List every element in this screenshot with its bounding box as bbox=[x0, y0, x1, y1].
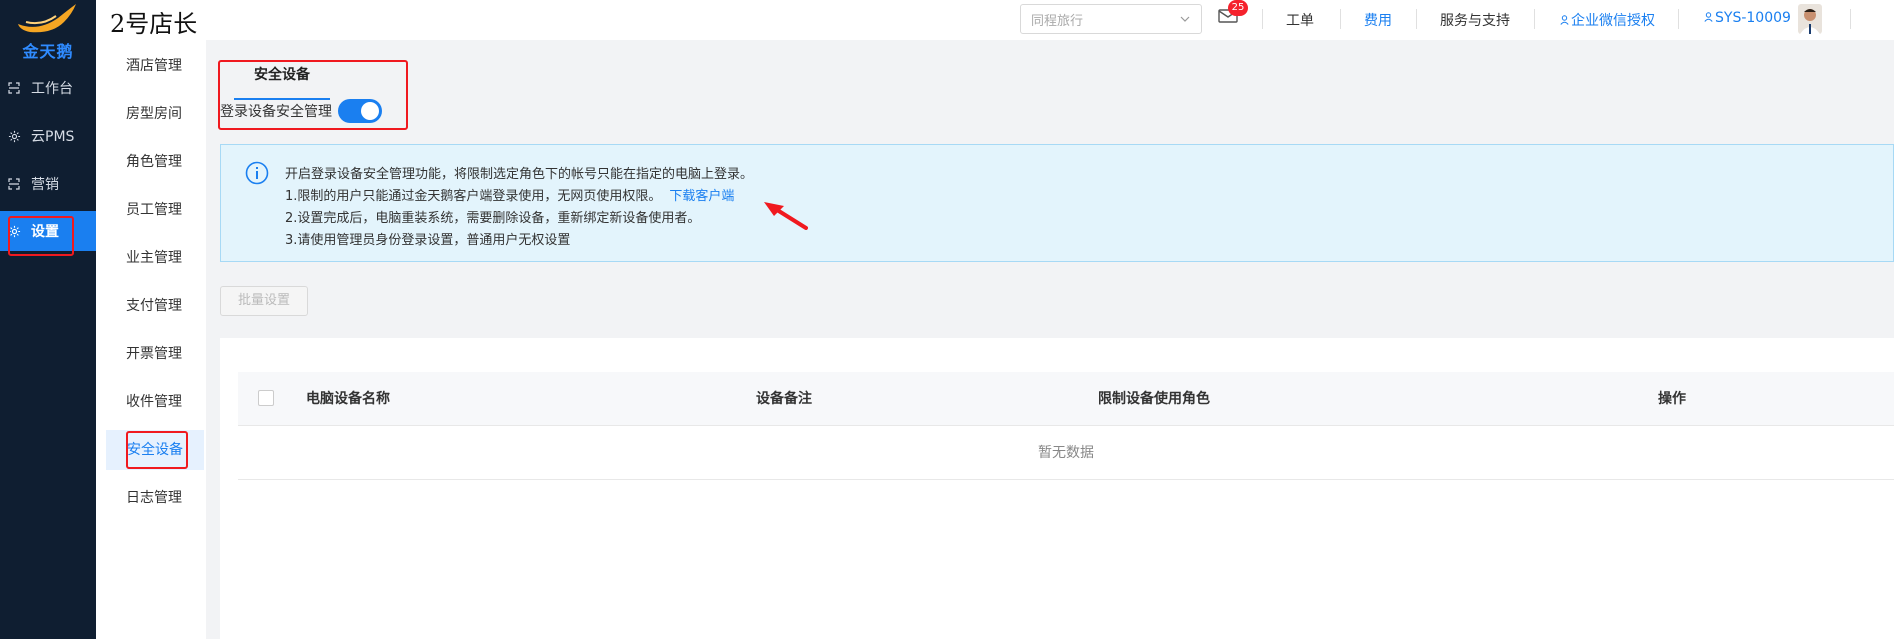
workbench-icon bbox=[7, 81, 21, 95]
subnav-item-hotel[interactable]: 酒店管理 bbox=[106, 46, 204, 86]
nav-item-label: 云PMS bbox=[31, 129, 75, 145]
subnav-item-roles[interactable]: 角色管理 bbox=[106, 142, 204, 182]
annotation-box-security-toggle bbox=[218, 60, 408, 130]
subnav-item-payment[interactable]: 支付管理 bbox=[106, 286, 204, 326]
subnav-item-owners[interactable]: 业主管理 bbox=[106, 238, 204, 278]
info-line-1: 开启登录设备安全管理功能，将限制选定角色下的帐号只能在指定的电脑上登录。 bbox=[285, 167, 754, 182]
app-root: 金天鹅 工作台 云PMS 营销 设置 2号店长 同程旅行 25 工单 费用 服务… bbox=[0, 0, 1894, 639]
column-header-restricted-roles: 限制设备使用角色 bbox=[1098, 391, 1210, 407]
wechat-auth-link[interactable]: 企业微信授权 bbox=[1560, 10, 1655, 30]
top-header: 2号店长 同程旅行 25 工单 费用 服务与支持 企业微信授权 SYS-1000… bbox=[96, 0, 1894, 40]
nav-item-marketing[interactable]: 营销 bbox=[0, 164, 96, 204]
hotel-select-value: 同程旅行 bbox=[1031, 13, 1084, 29]
wechat-auth-label: 企业微信授权 bbox=[1571, 13, 1655, 29]
user-icon bbox=[1560, 13, 1569, 29]
download-client-link[interactable]: 下载客户端 bbox=[669, 189, 734, 204]
hotel-select[interactable]: 同程旅行 bbox=[1020, 4, 1202, 34]
column-header-actions: 操作 bbox=[1658, 391, 1686, 407]
divider bbox=[1678, 9, 1679, 29]
column-header-device-name: 电脑设备名称 bbox=[306, 391, 390, 407]
chevron-down-icon bbox=[1179, 13, 1191, 29]
subnav-item-room-types[interactable]: 房型房间 bbox=[106, 94, 204, 134]
devices-table-panel: 电脑设备名称 设备备注 限制设备使用角色 操作 暂无数据 bbox=[220, 338, 1894, 639]
settings-subnav: 酒店管理 房型房间 角色管理 员工管理 业主管理 支付管理 开票管理 收件管理 … bbox=[96, 40, 206, 639]
nav-item-pms[interactable]: 云PMS bbox=[0, 116, 96, 156]
user-name: SYS-10009 bbox=[1715, 10, 1791, 26]
logo: 金天鹅 bbox=[12, 2, 84, 61]
divider bbox=[1850, 9, 1851, 29]
nav-item-workbench[interactable]: 工作台 bbox=[0, 68, 96, 108]
info-icon bbox=[245, 161, 269, 185]
subnav-item-logs[interactable]: 日志管理 bbox=[106, 478, 204, 518]
subnav-item-staff[interactable]: 员工管理 bbox=[106, 190, 204, 230]
marketing-icon bbox=[7, 177, 21, 191]
info-line-3: 2.设置完成后，电脑重装系统，需要删除设备，重新绑定新设备使用者。 bbox=[285, 211, 701, 226]
select-all-checkbox[interactable] bbox=[258, 390, 274, 406]
divider bbox=[1262, 9, 1263, 29]
divider bbox=[1340, 9, 1341, 29]
divider bbox=[1416, 9, 1417, 29]
left-nav: 金天鹅 工作台 云PMS 营销 设置 bbox=[0, 0, 96, 639]
nav-item-label: 工作台 bbox=[31, 81, 73, 97]
column-header-device-note: 设备备注 bbox=[756, 391, 812, 407]
user-menu[interactable]: SYS-10009 bbox=[1704, 10, 1791, 26]
subnav-item-receiving[interactable]: 收件管理 bbox=[106, 382, 204, 422]
service-support-link[interactable]: 服务与支持 bbox=[1440, 10, 1510, 30]
store-name: 2号店长 bbox=[110, 10, 198, 38]
gear-icon bbox=[7, 129, 21, 143]
logo-text: 金天鹅 bbox=[22, 42, 74, 61]
annotation-box-security-subnav bbox=[126, 431, 188, 469]
notification-badge: 25 bbox=[1228, 0, 1248, 16]
fees-link[interactable]: 费用 bbox=[1364, 10, 1392, 30]
info-alert: 开启登录设备安全管理功能，将限制选定角色下的帐号只能在指定的电脑上登录。 1.限… bbox=[220, 144, 1894, 262]
table-header: 电脑设备名称 设备备注 限制设备使用角色 操作 bbox=[238, 372, 1894, 426]
info-line-2: 1.限制的用户只能通过金天鹅客户端登录使用，无网页使用权限。 下载客户端 bbox=[285, 185, 734, 204]
empty-state-text: 暂无数据 bbox=[238, 426, 1894, 480]
info-line-4: 3.请使用管理员身份登录设置，普通用户无权设置 bbox=[285, 233, 571, 248]
nav-item-label: 营销 bbox=[31, 177, 59, 193]
avatar[interactable] bbox=[1798, 4, 1822, 34]
annotation-arrow-icon bbox=[762, 200, 808, 230]
subnav-item-invoice[interactable]: 开票管理 bbox=[106, 334, 204, 374]
divider bbox=[1534, 9, 1535, 29]
batch-settings-button[interactable]: 批量设置 bbox=[220, 286, 308, 316]
swan-logo-icon bbox=[18, 4, 76, 33]
annotation-box-settings-nav bbox=[8, 216, 74, 256]
work-order-link[interactable]: 工单 bbox=[1286, 10, 1314, 30]
user-icon bbox=[1704, 10, 1713, 26]
info-line-2-text: 1.限制的用户只能通过金天鹅客户端登录使用，无网页使用权限。 bbox=[285, 189, 662, 204]
